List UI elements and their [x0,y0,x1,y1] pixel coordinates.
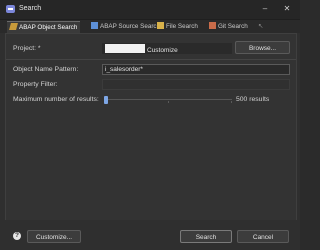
divider [6,59,296,60]
git-search-icon [209,22,216,29]
project-field[interactable]: Customize [102,43,232,54]
customize-button[interactable]: Customize... [27,230,81,243]
property-filter-input[interactable] [102,79,290,90]
slider-tick [231,101,232,103]
max-results-value: 500 results [236,96,270,103]
max-results-label: Maximum number of results: [13,96,99,103]
title-bar: Search – ✕ [0,0,300,20]
cancel-button[interactable]: Cancel [237,230,289,243]
max-results-slider[interactable] [104,99,232,100]
slider-tick [168,101,169,103]
minimize-button[interactable]: – [258,3,272,15]
button-bar: ? Customize... Search Cancel [0,220,300,250]
tab-label: ABAP Source Search [100,23,161,30]
close-button[interactable]: ✕ [280,3,294,15]
tab-file-search[interactable]: File Search [154,21,201,33]
object-name-input[interactable]: i_salesorder* [102,64,290,75]
abap-object-search-panel: Project: * Customize Browse... Object Na… [5,33,297,221]
property-filter-label: Property Filter: [13,81,58,88]
tab-label: Git Search [218,23,248,30]
window-title: Search [19,5,42,12]
search-tabs: ABAP Object Search ABAP Source Search Fi… [0,20,300,34]
abap-source-icon [91,22,98,29]
search-dialog: Search – ✕ ABAP Object Search ABAP Sourc… [0,0,300,250]
tab-overflow[interactable]: ↖ [255,21,266,33]
project-label: Project: * [13,45,41,52]
browse-button[interactable]: Browse... [235,41,290,54]
slider-thumb[interactable] [104,96,108,104]
project-value: Customize [147,47,178,54]
search-button[interactable]: Search [180,230,232,243]
help-icon[interactable]: ? [13,232,21,240]
tab-label: ABAP Object Search [19,24,78,31]
tab-label: File Search [166,23,198,30]
overflow-arrow-icon: ↖ [258,23,264,30]
abap-object-icon [9,23,18,30]
app-icon [6,5,15,13]
tab-abap-source-search[interactable]: ABAP Source Search [88,21,163,33]
object-name-label: Object Name Pattern: [13,66,79,73]
file-search-icon [157,22,164,29]
tab-git-search[interactable]: Git Search [206,21,251,33]
redacted-project-name [105,44,145,53]
